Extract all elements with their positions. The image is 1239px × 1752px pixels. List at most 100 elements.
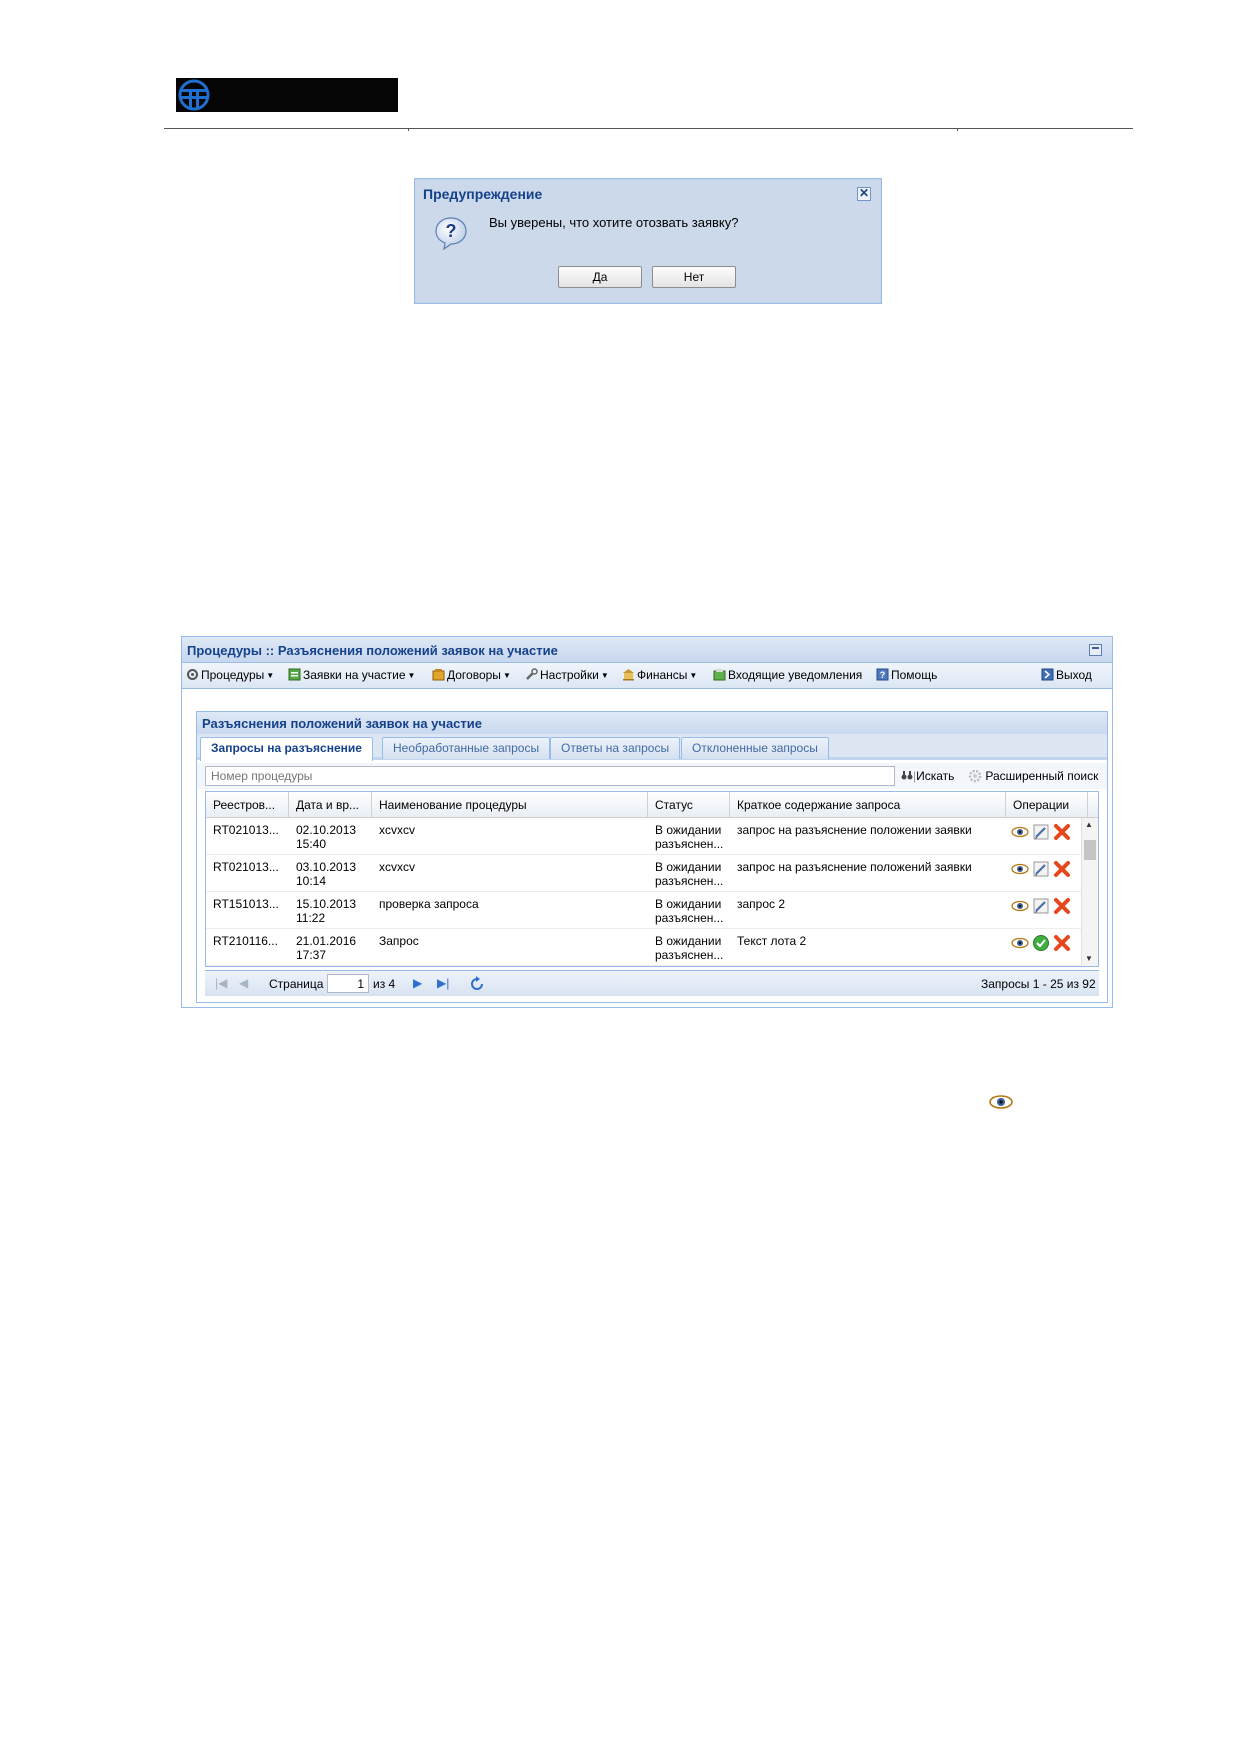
page-label: Страница	[269, 977, 324, 991]
first-page-icon[interactable]: |◀	[215, 976, 227, 990]
binoculars-icon	[901, 771, 913, 780]
exit-icon	[1041, 668, 1054, 681]
menu-finance[interactable]: Финансы ▼	[622, 668, 697, 682]
edit-pencil-icon[interactable]	[1032, 897, 1050, 915]
next-page-icon[interactable]: ▶	[413, 976, 422, 990]
delete-x-icon[interactable]	[1053, 823, 1071, 841]
menu-finance-label: Финансы	[637, 668, 688, 682]
cell-date-day: 02.10.2013	[296, 823, 357, 837]
help-icon: ?	[876, 668, 889, 681]
tab-answers[interactable]: Ответы на запросы	[550, 737, 681, 759]
search-row: |Искать Расширенный поиск	[197, 763, 1107, 789]
advanced-search-button[interactable]: Расширенный поиск	[968, 769, 1098, 783]
close-icon[interactable]: ✕	[857, 187, 871, 201]
scrollbar-thumb[interactable]	[1084, 840, 1096, 860]
advanced-search-label: Расширенный поиск	[985, 769, 1099, 783]
column-header-procedure-name[interactable]: Наименование процедуры	[372, 792, 648, 817]
column-header-summary[interactable]: Краткое содержание запроса	[730, 792, 1006, 817]
grid-scrollbar[interactable]: ▲ ▼	[1081, 818, 1098, 966]
menu-applications-label: Заявки на участие	[303, 668, 406, 682]
dialog-title: Предупреждение	[423, 186, 543, 202]
cell-date-time: 17:37	[296, 948, 327, 962]
logo-emblem-icon	[178, 79, 210, 111]
cell-date: 21.01.2016 17:37	[296, 934, 356, 962]
cell-status: В ожидании разъяснен...	[655, 823, 723, 851]
question-icon: ?	[435, 217, 467, 251]
svg-text:?: ?	[880, 670, 886, 680]
cell-date-day: 03.10.2013	[296, 860, 357, 874]
approve-check-icon[interactable]	[1032, 934, 1050, 952]
menu-notifications[interactable]: Входящие уведомления	[713, 668, 862, 682]
view-eye-icon[interactable]	[1011, 823, 1029, 841]
column-header-operations[interactable]: Операции	[1006, 792, 1088, 817]
scroll-down-icon[interactable]: ▼	[1085, 954, 1093, 963]
cell-status: В ожидании разъяснен...	[655, 934, 723, 962]
refresh-icon[interactable]	[469, 976, 485, 992]
edit-pencil-icon[interactable]	[1032, 860, 1050, 878]
delete-x-icon[interactable]	[1053, 860, 1071, 878]
header-divider	[164, 128, 1133, 129]
table-row[interactable]: RT151013... 15.10.2013 11:22 проверка зап…	[206, 892, 1081, 929]
cell-status-line1: В ожидании	[655, 897, 722, 911]
edit-pencil-icon[interactable]	[1032, 823, 1050, 841]
contracts-icon	[432, 669, 445, 681]
search-button[interactable]: |Искать	[901, 769, 954, 783]
last-page-icon[interactable]: ▶|	[437, 976, 449, 990]
cell-registry: RT021013...	[213, 823, 279, 837]
view-eye-icon[interactable]	[1011, 897, 1029, 915]
menu-applications[interactable]: Заявки на участие ▼	[288, 668, 415, 682]
bank-icon	[623, 669, 634, 681]
wrench-icon	[526, 668, 538, 680]
no-button[interactable]: Нет	[652, 266, 736, 288]
gear-icon	[968, 769, 982, 783]
grid-pager: |◀ ◀ Страница из 4 ▶ ▶| Запросы 1 - 25 и…	[205, 970, 1099, 996]
menu-settings[interactable]: Настройки ▼	[525, 668, 609, 682]
menu-settings-label: Настройки	[540, 668, 599, 682]
menu-contracts[interactable]: Договоры ▼	[432, 668, 511, 682]
scroll-up-icon[interactable]: ▲	[1085, 820, 1093, 829]
column-header-date[interactable]: Дата и вр...	[289, 792, 372, 817]
cell-date-time: 10:14	[296, 874, 327, 888]
menu-exit-label: Выход	[1056, 668, 1092, 682]
cell-date: 03.10.2013 10:14	[296, 860, 356, 888]
header-divider-tick	[957, 128, 958, 131]
menu-procedures[interactable]: Процедуры ▼	[186, 668, 274, 682]
page-number-input[interactable]	[327, 974, 369, 993]
menu-procedures-label: Процедуры	[201, 668, 265, 682]
cell-status-line2: разъяснен...	[655, 874, 724, 888]
table-row[interactable]: RT210116... 21.01.2016 17:37 Запрос В ожи…	[206, 929, 1081, 966]
column-header-registry[interactable]: Реестров...	[206, 792, 289, 817]
menu-help[interactable]: ? Помощь	[876, 668, 937, 682]
inbox-icon	[713, 669, 726, 681]
view-eye-icon[interactable]	[1011, 934, 1029, 952]
row-operations	[1011, 860, 1081, 878]
tab-rejected-requests[interactable]: Отклоненные запросы	[681, 737, 829, 759]
delete-x-icon[interactable]	[1053, 897, 1071, 915]
view-eye-icon[interactable]	[1011, 860, 1029, 878]
column-header-status[interactable]: Статус	[648, 792, 730, 817]
tab-unprocessed-requests[interactable]: Необработанные запросы	[382, 737, 551, 759]
cell-status-line2: разъяснен...	[655, 837, 724, 851]
cell-date-day: 15.10.2013	[296, 897, 357, 911]
collapse-icon[interactable]	[1089, 644, 1102, 656]
prev-page-icon[interactable]: ◀	[239, 976, 248, 990]
cell-status-line1: В ожидании	[655, 823, 722, 837]
table-row[interactable]: RT021013... 02.10.2013 15:40 xcvxcv В ожи…	[206, 818, 1081, 855]
subpanel-title: Разъяснения положений заявок на участие	[202, 716, 482, 731]
table-row[interactable]: RT021013... 03.10.2013 10:14 xcvxcv В ожи…	[206, 855, 1081, 892]
yes-button[interactable]: Да	[558, 266, 642, 288]
requests-grid: Реестров... Дата и вр... Наименование пр…	[205, 791, 1099, 967]
tab-clarification-requests[interactable]: Запросы на разъяснение	[200, 737, 373, 761]
cell-summary: запрос на разъяснение положений заявки	[737, 860, 972, 874]
cell-date-time: 15:40	[296, 837, 327, 851]
menu-exit[interactable]: Выход	[1041, 668, 1092, 682]
delete-x-icon[interactable]	[1053, 934, 1071, 952]
main-toolbar: Процедуры ▼ Заявки на участие ▼ Договоры ▼ …	[182, 663, 1112, 689]
cell-registry: RT210116...	[213, 934, 278, 948]
cell-status-line2: разъяснен...	[655, 948, 724, 962]
cell-registry: RT021013...	[213, 860, 279, 874]
page-of-label: из 4	[373, 977, 396, 991]
procedure-number-input[interactable]	[205, 766, 895, 786]
cell-status-line1: В ожидании	[655, 860, 722, 874]
cell-procedure-name: проверка запроса	[379, 897, 479, 911]
